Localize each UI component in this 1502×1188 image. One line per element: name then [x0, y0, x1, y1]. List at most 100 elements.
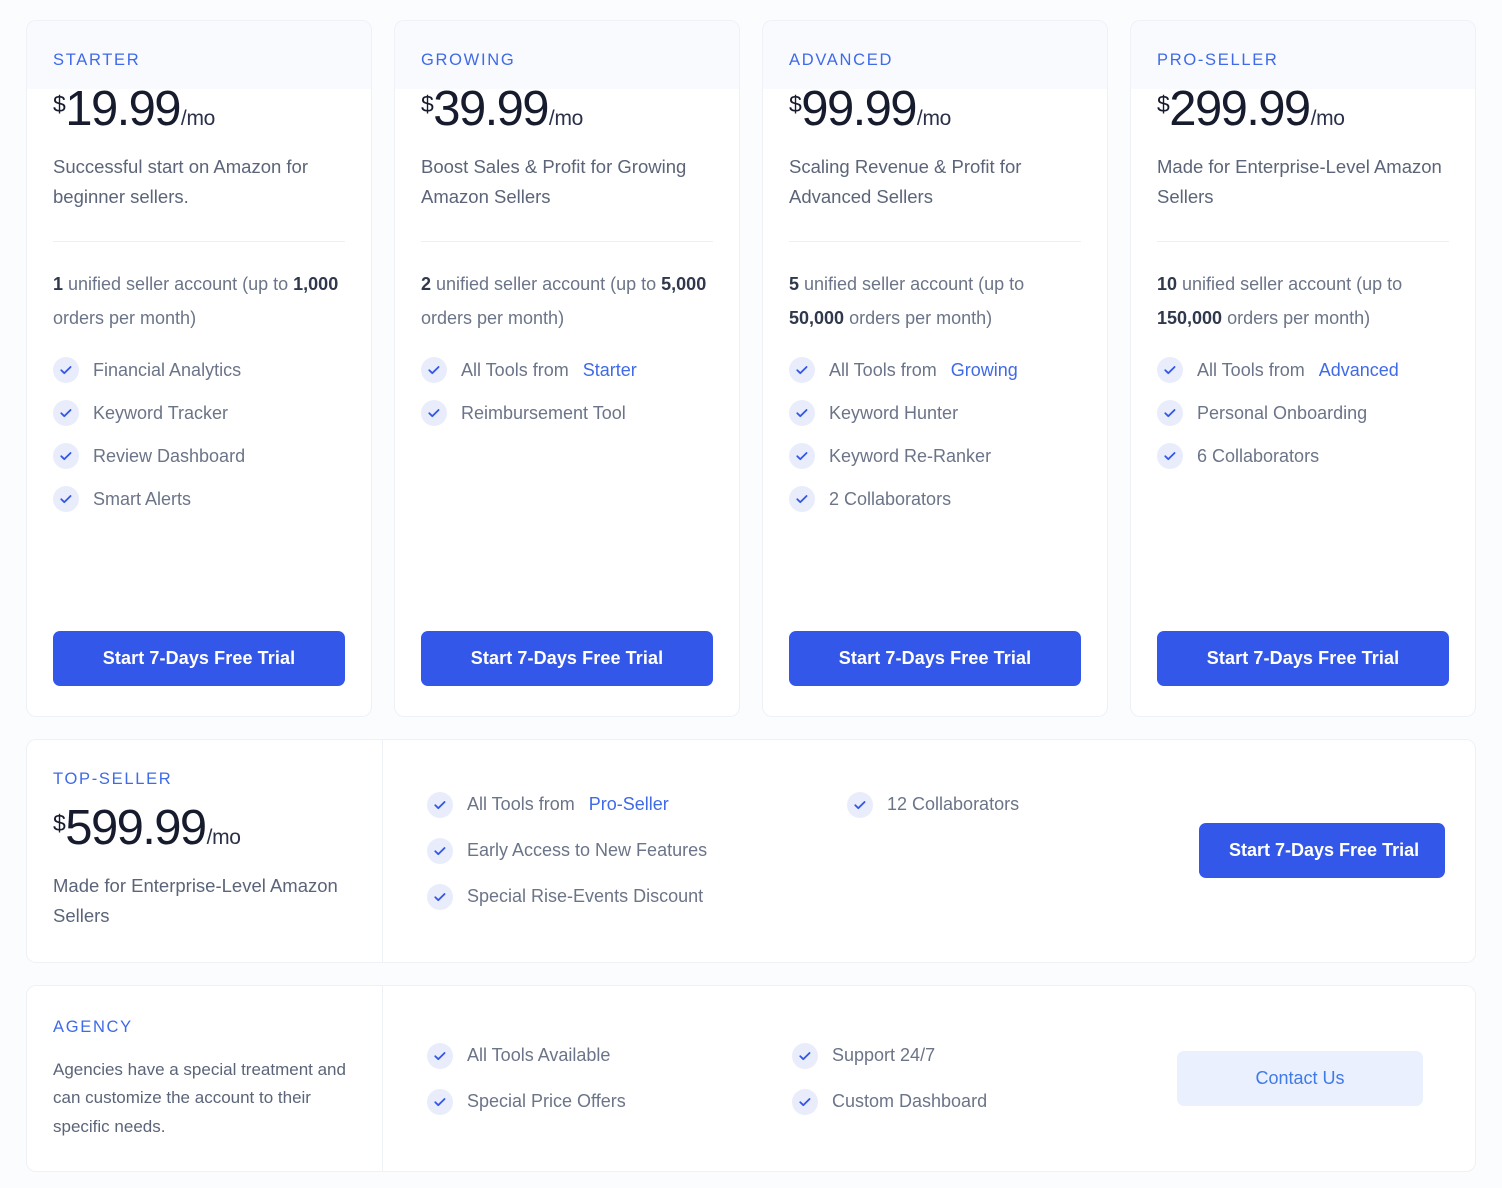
- plan-card-growing: GROWING$39.99/moBoost Sales & Profit for…: [394, 20, 740, 717]
- top-seller-cta-area: Start 7-Days Free Trial: [1167, 740, 1497, 962]
- check-icon: [789, 486, 815, 512]
- start-trial-button[interactable]: Start 7-Days Free Trial: [1157, 631, 1449, 686]
- plan-price: $299.99/mo: [1157, 85, 1449, 134]
- plan-card-body: ADVANCED$99.99/moScaling Revenue & Profi…: [763, 21, 1107, 716]
- feature-plan-link[interactable]: Growing: [951, 359, 1018, 382]
- plan-feature-list: Financial Analytics Keyword Tracker Review…: [53, 357, 345, 529]
- feature-plan-link[interactable]: Advanced: [1319, 359, 1399, 382]
- price-value: 599.99: [65, 804, 205, 853]
- currency-symbol: $: [53, 93, 65, 116]
- plan-feature-list: All Tools from Growing Keyword Hunter Keyw…: [789, 357, 1081, 529]
- agency-feature-item: Support 24/7: [792, 1043, 1092, 1069]
- orders-count: 1,000: [293, 274, 338, 294]
- feature-label: 6 Collaborators: [1197, 445, 1319, 468]
- check-icon: [1157, 443, 1183, 469]
- feature-plan-link[interactable]: Starter: [583, 359, 637, 382]
- plan-account-limits: 2 unified seller account (up to 5,000 or…: [421, 268, 713, 336]
- plan-feature-item: Keyword Hunter: [789, 400, 1081, 426]
- agency-feature-column-2: Support 24/7 Custom Dashboard: [792, 1043, 1092, 1115]
- accounts-count: 1: [53, 274, 63, 294]
- top-seller-feature-item: All Tools from Pro-Seller: [427, 792, 847, 818]
- accounts-text-1: unified seller account (up to: [431, 274, 661, 294]
- feature-label: All Tools Available: [467, 1044, 610, 1067]
- agency-description: Agencies have a special treatment and ca…: [53, 1056, 356, 1142]
- plan-feature-item: 6 Collaborators: [1157, 443, 1449, 469]
- plan-description: Scaling Revenue & Profit for Advanced Se…: [789, 152, 1081, 213]
- accounts-count: 10: [1157, 274, 1177, 294]
- feature-label: All Tools from: [1197, 359, 1305, 382]
- plan-price: $39.99/mo: [421, 85, 713, 134]
- price-value: 99.99: [801, 85, 916, 134]
- plan-card-pro-seller: PRO-SELLER$299.99/moMade for Enterprise-…: [1130, 20, 1476, 717]
- feature-plan-link[interactable]: Pro-Seller: [589, 793, 669, 816]
- top-seller-summary: TOP-SELLER $ 599.99 /mo Made for Enterpr…: [27, 740, 383, 962]
- agency-contact-us-button[interactable]: Contact Us: [1177, 1051, 1423, 1106]
- plan-feature-item: Review Dashboard: [53, 443, 345, 469]
- feature-label: Custom Dashboard: [832, 1090, 987, 1113]
- start-trial-button[interactable]: Start 7-Days Free Trial: [421, 631, 713, 686]
- check-icon: [53, 400, 79, 426]
- price-period: /mo: [1311, 107, 1345, 131]
- check-icon: [792, 1043, 818, 1069]
- agency-summary: AGENCY Agencies have a special treatment…: [27, 986, 383, 1171]
- orders-count: 150,000: [1157, 308, 1222, 328]
- start-trial-button[interactable]: Start 7-Days Free Trial: [789, 631, 1081, 686]
- plan-card-grid: STARTER $19.99/mo Successful start on Amaz…: [26, 20, 1476, 717]
- check-icon: [427, 1043, 453, 1069]
- plan-feature-item: All Tools from Advanced: [1157, 357, 1449, 383]
- divider: [421, 241, 713, 242]
- top-seller-feature-column-1: All Tools from Pro-SellerEarly Access to…: [427, 792, 847, 910]
- feature-label: Keyword Re-Ranker: [829, 445, 991, 468]
- top-seller-plan-name: TOP-SELLER: [53, 770, 356, 790]
- feature-label: Reimbursement Tool: [461, 402, 626, 425]
- top-seller-description: Made for Enterprise-Level Amazon Sellers: [53, 871, 356, 932]
- feature-label: Special Rise-Events Discount: [467, 885, 703, 908]
- plan-card-starter: STARTER $19.99/mo Successful start on Amaz…: [26, 20, 372, 717]
- feature-label: All Tools from: [461, 359, 569, 382]
- feature-label: Personal Onboarding: [1197, 402, 1367, 425]
- plan-name: ADVANCED: [789, 51, 1081, 71]
- plan-name: PRO-SELLER: [1157, 51, 1449, 71]
- plan-card-body: STARTER $19.99/mo Successful start on Amaz…: [27, 21, 371, 716]
- plan-feature-item: All Tools from Growing: [789, 357, 1081, 383]
- plan-feature-item: All Tools from Starter: [421, 357, 713, 383]
- feature-label: Keyword Hunter: [829, 402, 958, 425]
- agency-feature-column-1: All Tools Available Special Price Offers: [427, 1043, 792, 1115]
- plan-feature-item: Smart Alerts: [53, 486, 345, 512]
- feature-label: All Tools from: [467, 793, 575, 816]
- plan-description: Boost Sales & Profit for Growing Amazon …: [421, 152, 713, 213]
- plan-price: $19.99/mo: [53, 85, 345, 134]
- plan-feature-item: Financial Analytics: [53, 357, 345, 383]
- check-icon: [789, 357, 815, 383]
- feature-label: Support 24/7: [832, 1044, 935, 1067]
- top-seller-start-trial-button[interactable]: Start 7-Days Free Trial: [1199, 823, 1445, 878]
- orders-count: 5,000: [661, 274, 706, 294]
- feature-label: Keyword Tracker: [93, 402, 228, 425]
- plan-description: Successful start on Amazon for beginner …: [53, 152, 345, 213]
- accounts-text-1: unified seller account (up to: [1177, 274, 1402, 294]
- price-value: 39.99: [433, 85, 548, 134]
- check-icon: [427, 884, 453, 910]
- check-icon: [421, 357, 447, 383]
- top-seller-feature-item: Special Rise-Events Discount: [427, 884, 847, 910]
- plan-card-body: PRO-SELLER$299.99/moMade for Enterprise-…: [1131, 21, 1475, 716]
- feature-label: Financial Analytics: [93, 359, 241, 382]
- divider: [53, 241, 345, 242]
- plan-account-limits: 5 unified seller account (up to 50,000 o…: [789, 268, 1081, 336]
- feature-label: Review Dashboard: [93, 445, 245, 468]
- currency-symbol: $: [789, 93, 801, 116]
- plan-name: STARTER: [53, 51, 345, 71]
- check-icon: [1157, 400, 1183, 426]
- flex-spacer: [1157, 486, 1449, 631]
- check-icon: [789, 400, 815, 426]
- feature-label: 12 Collaborators: [887, 793, 1019, 816]
- start-trial-button[interactable]: Start 7-Days Free Trial: [53, 631, 345, 686]
- flex-spacer: [421, 443, 713, 631]
- price-period: /mo: [549, 107, 583, 131]
- agency-plan-name: AGENCY: [53, 1018, 356, 1038]
- check-icon: [792, 1089, 818, 1115]
- agency-feature-item: Special Price Offers: [427, 1089, 792, 1115]
- divider: [1157, 241, 1449, 242]
- price-value: 299.99: [1169, 85, 1309, 134]
- flex-spacer: [53, 529, 345, 631]
